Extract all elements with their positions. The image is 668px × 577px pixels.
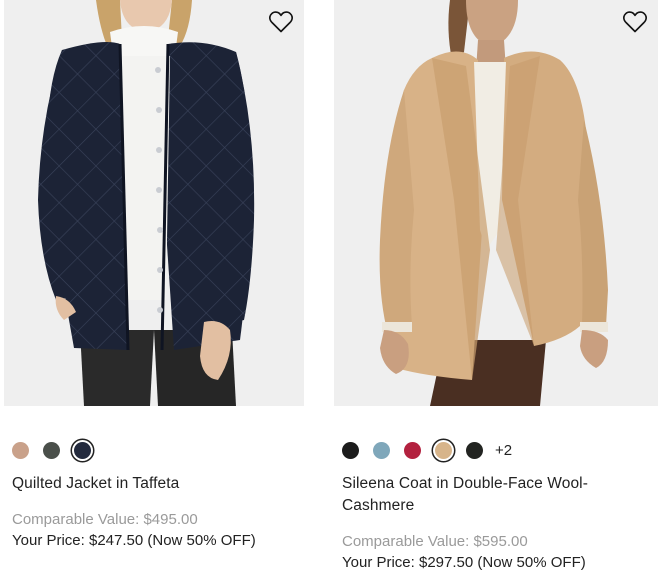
color-swatch[interactable] — [435, 442, 452, 459]
product-image[interactable] — [334, 0, 658, 406]
wishlist-heart-icon[interactable] — [268, 10, 294, 34]
product-image[interactable] — [4, 0, 304, 406]
product-name[interactable]: Sileena Coat in Double-Face Wool-Cashmer… — [342, 473, 632, 517]
color-swatches — [12, 442, 91, 459]
wishlist-heart-icon[interactable] — [622, 10, 648, 34]
color-swatch[interactable] — [342, 442, 359, 459]
comparable-value: Comparable Value: $595.00 — [342, 533, 528, 550]
model-wearing-quilted-jacket — [4, 0, 304, 406]
more-colors-link[interactable]: +2 — [495, 442, 512, 459]
color-swatches: +2 — [342, 442, 512, 459]
model-wearing-camel-coat — [334, 0, 658, 406]
color-swatch[interactable] — [404, 442, 421, 459]
color-swatch[interactable] — [466, 442, 483, 459]
color-swatch[interactable] — [74, 442, 91, 459]
your-price: Your Price: $247.50 (Now 50% OFF) — [12, 532, 256, 549]
product-card[interactable]: +2 Sileena Coat in Double-Face Wool-Cash… — [334, 0, 658, 571]
your-price: Your Price: $297.50 (Now 50% OFF) — [342, 554, 586, 571]
color-swatch[interactable] — [373, 442, 390, 459]
product-card[interactable]: Quilted Jacket in Taffeta Comparable Val… — [4, 0, 304, 549]
product-name[interactable]: Quilted Jacket in Taffeta — [12, 473, 282, 495]
comparable-value: Comparable Value: $495.00 — [12, 511, 198, 528]
color-swatch[interactable] — [12, 442, 29, 459]
color-swatch[interactable] — [43, 442, 60, 459]
